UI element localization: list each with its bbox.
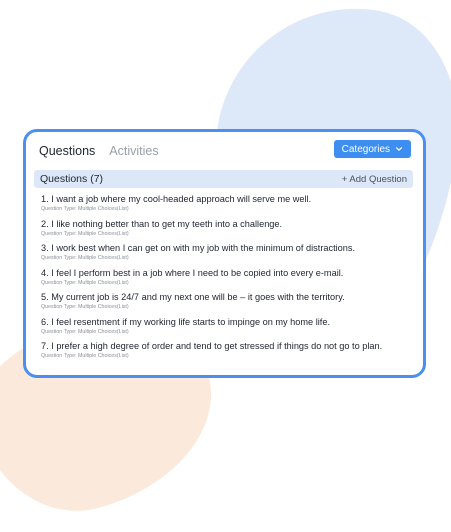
question-type: Question Type: Multiple Choices(List) xyxy=(41,328,129,335)
tab-bar: Questions Activities xyxy=(39,144,159,158)
question-type: Question Type: Multiple Choices(List) xyxy=(41,230,129,237)
question-text: 2. I like nothing better than to get my … xyxy=(41,218,283,229)
question-type: Question Type: Multiple Choices(List) xyxy=(41,279,129,286)
categories-button-label: Categories xyxy=(341,143,390,155)
questions-header-row: Questions (7) + Add Question xyxy=(34,170,413,188)
question-item[interactable]: 5. My current job is 24/7 and my next on… xyxy=(41,291,415,316)
question-text: 3. I work best when I can get on with my… xyxy=(41,243,356,253)
question-item[interactable]: 1. I want a job where my cool-headed app… xyxy=(41,193,415,218)
tab-activities[interactable]: Activities xyxy=(109,144,158,158)
question-text: 6. I feel resentment if my working life … xyxy=(41,316,331,327)
question-type: Question Type: Multiple Choices(List) xyxy=(41,255,129,261)
tab-questions[interactable]: Questions xyxy=(39,144,95,158)
add-question-button[interactable]: + Add Question xyxy=(342,174,407,185)
question-item[interactable]: 6. I feel resentment if my working life … xyxy=(41,316,415,341)
question-item[interactable]: 4. I feel I perform best in a job where … xyxy=(41,267,415,292)
question-text: 1. I want a job where my cool-headed app… xyxy=(41,194,312,204)
question-type: Question Type: Multiple Choices(List) xyxy=(41,206,129,212)
question-item[interactable]: 2. I like nothing better than to get my … xyxy=(41,218,415,243)
chevron-down-icon xyxy=(396,147,402,151)
questions-count-title: Questions (7) xyxy=(40,173,104,185)
question-list: 1. I want a job where my cool-headed app… xyxy=(41,193,415,365)
question-item[interactable]: 3. I work best when I can get on with my… xyxy=(41,242,415,267)
question-text: 7. I prefer a high degree of order and t… xyxy=(41,341,383,351)
question-type: Question Type: Multiple Choices(List) xyxy=(41,304,129,310)
question-item[interactable]: 7. I prefer a high degree of order and t… xyxy=(41,340,415,365)
questions-card: Questions Activities Categories Question… xyxy=(23,129,426,378)
question-type: Question Type: Multiple Choices(List) xyxy=(41,353,129,359)
question-text: 5. My current job is 24/7 and my next on… xyxy=(41,292,345,302)
categories-button[interactable]: Categories xyxy=(333,140,411,158)
question-text: 4. I feel I perform best in a job where … xyxy=(41,267,344,278)
